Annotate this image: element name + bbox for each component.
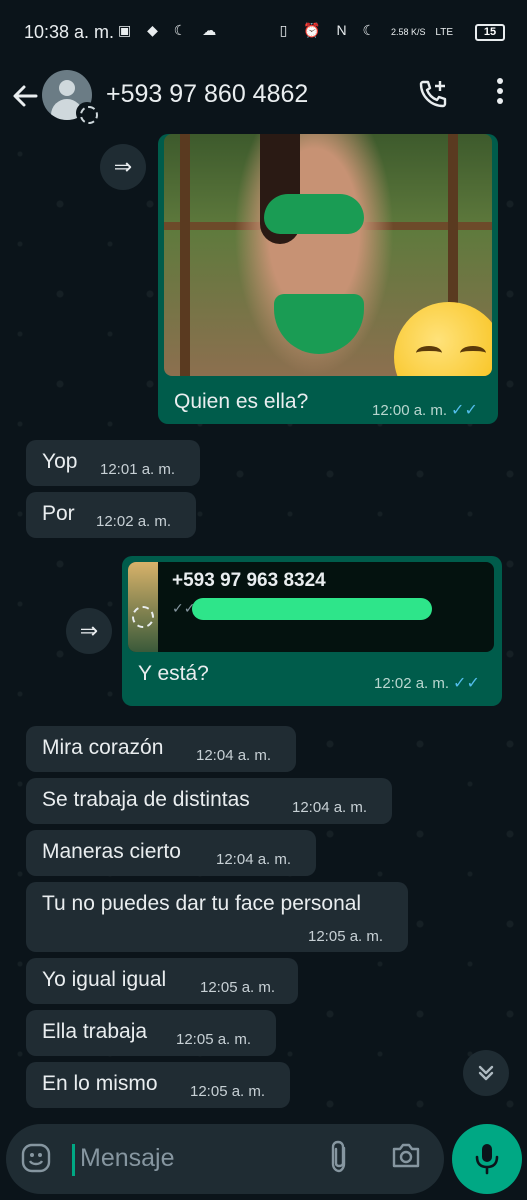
forward-icon[interactable]: ⇒ [100,144,146,190]
message-time: 12:05 a. m. [308,928,384,945]
message-input[interactable]: Mensaje [80,1144,175,1173]
smiling-emoji-sticker [394,302,492,376]
message-time: 12:05 a. m. [190,1083,266,1100]
back-arrow-icon[interactable] [10,76,40,116]
redaction-scribble [192,598,432,620]
message-text: Yo igual igual [42,968,167,991]
more-vert-icon[interactable] [495,76,505,113]
message-text: Maneras cierto [42,840,181,863]
message-bubble[interactable]: Mira corazón 12:04 a. m. [26,726,296,772]
message-time: 12:01 a. m. [100,461,176,478]
message-time: 12:00 a. m. ✓✓ [372,402,478,419]
emoji-eye [460,346,486,360]
message-bubble[interactable]: Tu no puedes dar tu face personal 12:05 … [26,882,408,952]
message-time: 12:04 a. m. [292,799,368,816]
status-bar: 10:38 a. m. ▣ ◆ ☾ ☁ ▯ ⏰ N ☾ 2.58 K/S LTE… [0,0,527,62]
network-type: LTE [435,27,453,38]
message-text: Quien es ella? [174,390,309,413]
battery-level: 15 [483,26,497,38]
message-time: 12:04 a. m. [216,851,292,868]
message-time: 12:05 a. m. [176,1031,252,1048]
status-time: 10:38 a. m. [24,22,115,42]
add-call-icon[interactable] [417,78,449,117]
message-text: Ella trabaja [42,1020,148,1043]
message-text: Se trabaja de distintas [42,788,250,811]
chat-header: +593 97 860 4862 [0,62,527,134]
read-ticks-icon: ✓✓ [451,402,478,419]
message-text: Yop [42,450,78,473]
message-bubble[interactable]: Yo igual igual 12:05 a. m. [26,958,298,1004]
image-attachment[interactable] [164,134,492,376]
message-composer[interactable]: Mensaje [6,1124,444,1194]
message-bubble-reply[interactable]: +593 97 963 8324 ✓✓ Y está? 12:02 a. m. ✓… [122,556,502,706]
message-bubble[interactable]: Se trabaja de distintas 12:04 a. m. [26,778,392,824]
message-bubble[interactable]: Yop 12:01 a. m. [26,440,200,486]
camera-icon[interactable] [390,1140,422,1177]
message-text: Por [42,502,75,525]
message-bubble-image[interactable]: Quien es ella? 12:00 a. m. ✓✓ [158,134,498,424]
message-bubble[interactable]: Ella trabaja 12:05 a. m. [26,1010,276,1056]
avatar-head [59,80,75,96]
chat-area[interactable]: ⇒ Quien es ella? 12:00 a. m. ✓✓ Yop 12:01… [0,134,527,1124]
status-right-icons: ▯ ⏰ N ☾ 2.58 K/S LTE [280,22,453,39]
attach-icon[interactable] [328,1140,350,1182]
quoted-contact: +593 97 963 8324 [172,570,326,591]
mic-icon[interactable] [452,1124,522,1194]
contact-name[interactable]: +593 97 860 4862 [106,80,308,109]
message-text: Mira corazón [42,736,164,759]
network-speed: 2.58 K/S [390,27,426,37]
emoji-eye [416,346,442,360]
disappearing-timer-icon [76,102,98,124]
message-bubble[interactable]: Maneras cierto 12:04 a. m. [26,830,316,876]
scroll-down-icon[interactable] [463,1050,509,1096]
status-left-icons: ▣ ◆ ☾ ☁ [118,22,223,38]
forward-icon[interactable]: ⇒ [66,608,112,654]
photo-detail [180,134,190,376]
read-ticks-icon: ✓✓ [453,675,480,692]
battery-icon: 15 [475,24,505,41]
message-text: Y está? [138,662,209,685]
message-text: Tu no puedes dar tu face personal [42,892,362,915]
text-cursor [72,1144,75,1176]
disappearing-timer-icon [132,606,154,628]
message-text: En lo mismo [42,1072,158,1095]
message-time: 12:02 a. m. ✓✓ [374,675,480,692]
photo-detail [264,194,364,234]
message-time: 12:02 a. m. [96,513,172,530]
quoted-message[interactable]: +593 97 963 8324 ✓✓ [128,562,494,652]
message-bubble[interactable]: Por 12:02 a. m. [26,492,196,538]
message-bubble[interactable]: En lo mismo 12:05 a. m. [26,1062,290,1108]
message-time: 12:04 a. m. [196,747,272,764]
status-icons: ▯ ⏰ N ☾ [279,22,382,38]
emoji-icon[interactable] [20,1142,52,1181]
message-time: 12:05 a. m. [200,979,276,996]
